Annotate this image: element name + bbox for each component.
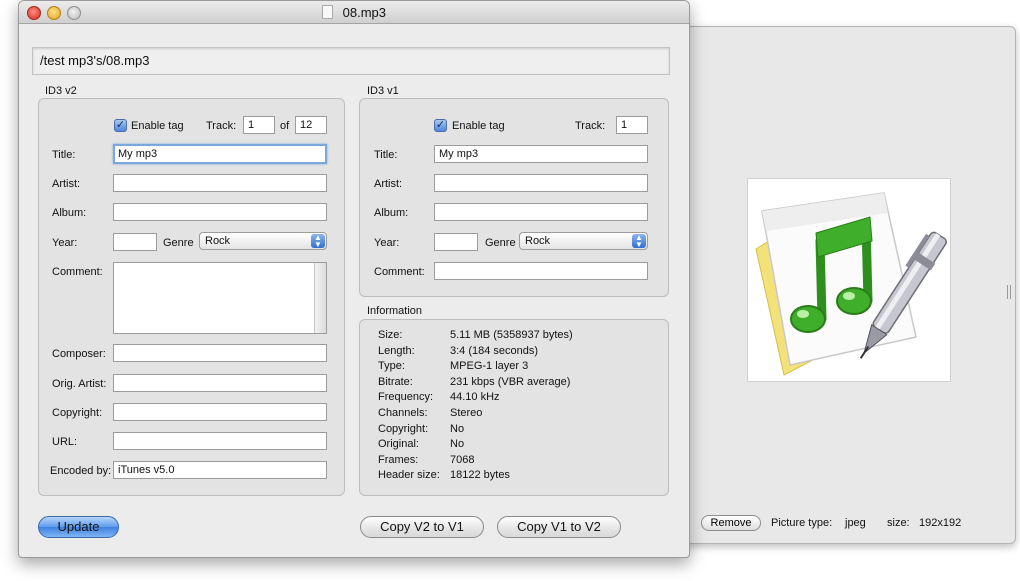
info-value: 231 kbps (VBR average) (450, 375, 571, 388)
artwork-drawer: Remove Picture type: jpeg size: 192x192 (672, 26, 1016, 544)
id3v2-genre-label: Genre (163, 237, 194, 249)
remove-button[interactable]: Remove (701, 515, 761, 531)
info-value: MPEG-1 layer 3 (450, 360, 529, 373)
id3v1-section-label: ID3 v1 (367, 85, 399, 97)
info-key: Length: (378, 344, 415, 357)
id3v2-url-input[interactable] (113, 432, 327, 450)
id3v1-track-label: Track: (575, 120, 606, 132)
picture-size-label: size: (887, 517, 910, 529)
id3v2-comment-label: Comment: (52, 266, 103, 278)
id3v2-encoded-by-label: Encoded by: (50, 465, 112, 477)
id3v1-title-input[interactable] (434, 145, 648, 163)
id3v2-comment-textarea[interactable] (113, 262, 327, 334)
id3v2-title-input[interactable] (113, 144, 327, 164)
picture-type-label: Picture type: (771, 517, 833, 529)
id3v2-url-label: URL: (52, 436, 78, 448)
info-value: 5.11 MB (5358937 bytes) (450, 329, 573, 341)
info-value: 3:4 (184 seconds) (450, 344, 539, 357)
info-value: No (450, 438, 465, 451)
picture-type-value: jpeg (845, 517, 866, 529)
id3v1-album-input[interactable] (434, 203, 648, 221)
copy-v1-to-v2-button[interactable]: Copy V1 to V2 (497, 516, 621, 538)
title-bar[interactable]: 08.mp3 (19, 1, 689, 24)
id3v1-enable-tag-label: Enable tag (452, 120, 505, 132)
id3v1-year-input[interactable] (434, 233, 478, 251)
copy-v2-to-v1-button[interactable]: Copy V2 to V1 (360, 516, 484, 538)
drawer-resize-handle[interactable] (1007, 285, 1011, 299)
id3v2-composer-label: Composer: (52, 348, 106, 360)
select-arrows-icon: ▲ ▼ (311, 234, 325, 249)
id3v2-title-label: Title: (52, 149, 76, 161)
info-key: Header size: (378, 469, 440, 482)
id3v1-genre-value: Rock (525, 235, 551, 247)
info-key: Frames: (378, 453, 419, 466)
album-artwork[interactable] (747, 178, 951, 382)
id3v2-copyright-label: Copyright: (52, 407, 103, 419)
window-title: 08.mp3 (342, 5, 386, 20)
info-key: Type: (378, 360, 405, 373)
id3v2-genre-select[interactable]: Rock ▲ ▼ (199, 232, 327, 250)
id3v2-copyright-input[interactable] (113, 403, 327, 421)
id3v2-track-total-input[interactable] (295, 116, 327, 134)
info-key: Bitrate: (378, 375, 413, 388)
info-value: 7068 (450, 453, 475, 466)
id3v2-track-input[interactable] (243, 116, 275, 134)
id3v1-title-label: Title: (374, 149, 398, 161)
update-button[interactable]: Update (38, 516, 119, 538)
id3v2-composer-input[interactable] (113, 344, 327, 362)
id3v2-year-label: Year: (52, 237, 78, 249)
info-key: Size: (378, 329, 403, 341)
id3v2-year-input[interactable] (113, 233, 157, 251)
info-value: 18122 bytes (450, 469, 510, 482)
tag-editor-window: 08.mp3 /test mp3's/08.mp3 ID3 v2 ✓ Enabl… (18, 0, 690, 558)
picture-size-value: 192x192 (919, 517, 962, 529)
select-arrows-icon: ▲ ▼ (632, 234, 646, 249)
music-note-document-icon (755, 192, 947, 376)
info-value: Stereo (450, 407, 483, 419)
id3v2-orig-artist-label: Orig. Artist: (52, 378, 107, 390)
id3v2-genre-value: Rock (205, 235, 231, 247)
id3v2-section-label: ID3 v2 (45, 85, 77, 97)
id3v1-comment-label: Comment: (374, 266, 425, 278)
info-value: 44.10 kHz (450, 391, 500, 404)
id3v2-enable-tag-checkbox[interactable]: ✓ (114, 119, 127, 132)
id3v1-track-input[interactable] (616, 116, 648, 134)
id3v2-album-label: Album: (52, 207, 87, 219)
id3v1-year-label: Year: (374, 237, 400, 249)
id3v1-artist-label: Artist: (374, 178, 403, 190)
id3v1-album-label: Album: (374, 207, 409, 219)
information-group: Size: 5.11 MB (5358937 bytes) Length: 3:4 (… (359, 319, 669, 496)
id3v2-enable-tag-label: Enable tag (131, 120, 184, 132)
info-key: Original: (378, 438, 419, 451)
id3v1-genre-label: Genre (485, 237, 516, 249)
id3v2-artist-input[interactable] (113, 174, 327, 192)
id3v1-artist-input[interactable] (434, 174, 648, 192)
file-path-bar: /test mp3's/08.mp3 (32, 47, 670, 75)
id3v2-encoded-by-input[interactable] (113, 461, 327, 479)
document-icon (322, 5, 333, 19)
info-value: No (450, 422, 465, 435)
id3v2-track-label: Track: (206, 120, 237, 132)
comment-scrollbar[interactable] (314, 263, 326, 333)
information-section-label: Information (367, 305, 423, 317)
id3v1-enable-tag-checkbox[interactable]: ✓ (434, 119, 447, 132)
info-key: Copyright: (378, 422, 429, 435)
id3v2-of-label: of (280, 120, 290, 132)
info-key: Frequency: (378, 391, 434, 404)
info-key: Channels: (378, 407, 428, 419)
file-path: /test mp3's/08.mp3 (40, 53, 150, 68)
id3v2-orig-artist-input[interactable] (113, 374, 327, 392)
id3v2-artist-label: Artist: (52, 178, 81, 190)
id3v1-comment-input[interactable] (434, 262, 648, 280)
id3v2-album-input[interactable] (113, 203, 327, 221)
id3v1-genre-select[interactable]: Rock ▲ ▼ (519, 232, 648, 250)
